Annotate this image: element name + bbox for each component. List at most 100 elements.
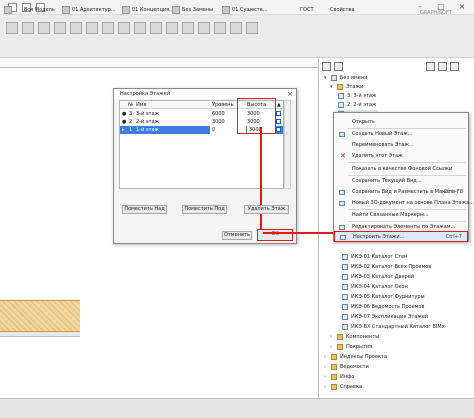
close-window-button[interactable]: × [456,2,468,12]
view-icon[interactable] [62,6,70,14]
status-item[interactable]: 01 Существ... [232,6,268,15]
list-item[interactable]: ИКЭ-06 Ведомость Проемов [342,303,424,311]
insert-below-button[interactable]: Поместить Под [182,205,227,214]
dialog-close-button[interactable]: × [287,89,293,99]
menu-item-label: Создать Новый Этаж... [352,131,413,137]
list-item[interactable]: ИКЭ-BX Стандартный Каталог BIMx [342,323,445,331]
schedule-icon [342,293,348,300]
list-item[interactable]: ИКЭ-04 Каталог Окон [342,283,408,291]
organizer-icon[interactable] [450,62,459,71]
dimension-tool-icon[interactable] [182,22,194,34]
schedule-icon [342,263,348,270]
show-checkbox[interactable] [276,127,281,132]
column-show: ▲ [277,102,281,108]
height-column-highlight [237,98,276,134]
door-tool-icon[interactable] [38,22,50,34]
tree-item-root[interactable]: ▾ Без имени [324,74,367,82]
list-item[interactable]: ИКЭ-01 Каталог Стен [342,253,407,261]
menu-item-label: Открыть [352,119,375,125]
undo-icon[interactable] [4,6,12,14]
menu-item-new-story[interactable]: Создать Новый Этаж... [334,129,468,140]
tree-folder[interactable]: › Индексы Проекта [324,353,387,361]
tree-folder[interactable]: › Ведомости [324,363,369,371]
text-tool-icon[interactable] [198,22,210,34]
tree-folder[interactable]: › Покрытия [330,343,372,351]
list-item[interactable]: ИКЭ-03 Каталог Дверей [342,273,414,281]
roof-tool-icon[interactable] [86,22,98,34]
camera-tool-icon[interactable] [246,22,258,34]
cancel-button[interactable]: Отменить [222,231,252,240]
view-map-icon[interactable] [334,62,343,71]
list-item[interactable]: ИКЭ-05 Каталог Фурнитуры [342,293,425,301]
new-story-icon [339,132,345,137]
fill-tool-icon[interactable] [230,22,242,34]
folder-icon [337,333,343,340]
wall-section-base [0,332,80,337]
delete-story-button[interactable]: Удалить Этаж [244,205,289,214]
object-tool-icon[interactable] [166,22,178,34]
callout-connector [263,232,333,234]
status-item[interactable]: Без Замены [182,6,213,15]
menu-item-open[interactable]: Открыть [334,117,468,128]
tree-folder[interactable]: › Инфо [324,373,354,381]
stair-tool-icon[interactable] [102,22,114,34]
menu-item-label: Новый 3D-документ на основе Плана Этажа.… [352,200,474,206]
tree-item-stories[interactable]: ▾ Этажи [330,83,363,91]
menu-item-save-and-place[interactable]: Сохранить Вид и Разместить в Макете Ctrl+… [334,187,468,198]
project-icon [331,74,337,81]
wall-tool-icon[interactable] [22,22,34,34]
row-name: 2-й этаж [136,119,160,125]
beam-tool-icon[interactable] [134,22,146,34]
menu-item-label: Настроить Этажи... [353,234,405,240]
project-map-icon[interactable] [322,62,331,71]
line-tool-icon[interactable] [214,22,226,34]
row-num: 3 [129,111,133,117]
window-tool-icon[interactable] [54,22,66,34]
tree-folder[interactable]: › Справка [324,383,362,391]
override-icon[interactable] [172,6,180,14]
renovation-icon[interactable] [222,6,230,14]
context-menu: Открыть Создать Новый Этаж... Переименов… [333,112,474,242]
menu-item-label: Сохранить Текущий Вид... [352,178,422,184]
select-tool-icon[interactable] [6,22,18,34]
show-checkbox[interactable] [276,111,281,116]
status-item[interactable]: 01 Концепция... [132,6,174,15]
story-settings-icon [340,235,346,240]
menu-item-delete-story[interactable]: ✕ Удалить этот Этаж [334,151,468,162]
layer-icon[interactable] [122,6,130,14]
table-scrollbar[interactable] [284,100,291,189]
menu-item-rename-story[interactable]: Переименовать Этаж... [334,140,468,151]
tree-item-story[interactable]: 2. 2-й этаж [338,101,376,109]
menu-item-story-settings[interactable]: Настроить Этажи... Ctrl+7 [334,231,468,242]
tree-folder[interactable]: › Компоненты [330,333,379,341]
menu-item-show-as-trace[interactable]: Показать в качестве Фоновой Ссылки [334,164,468,175]
schedule-icon [342,283,348,290]
status-item[interactable]: Вся Модель [24,6,55,15]
menu-item-find-markers[interactable]: Найти Связанные Маркеры... [334,210,468,221]
row-bullet: ▸ [122,127,125,133]
column-num: № [128,102,134,108]
zone-tool-icon[interactable] [150,22,162,34]
column-tool-icon[interactable] [118,22,130,34]
list-item[interactable]: ИКЭ-07 Экспликация Этажей [342,313,428,321]
ok-button[interactable]: OK [257,229,293,241]
menu-item-save-view[interactable]: Сохранить Текущий Вид... [334,176,468,187]
tree-item-story[interactable]: 3. 3-й этаж [338,92,376,100]
column-level: Уровень [212,102,234,108]
status-item[interactable]: ГОСТ [300,6,314,15]
row-bullet: ● [122,111,127,117]
slab-tool-icon[interactable] [70,22,82,34]
status-item[interactable]: 01 Архитектур... [72,6,116,15]
ruler [0,58,318,68]
layout-book-icon[interactable] [426,62,435,71]
row-num: 2 [129,119,133,125]
list-item[interactable]: ИКЭ-02 Каталог Всех Проемов [342,263,431,271]
story-settings-dialog: Настройка Этажей × № Имя Уровень Высота … [113,88,297,244]
publisher-icon[interactable] [438,62,447,71]
menu-item-new-3d-document[interactable]: Новый 3D-документ на основе Плана Этажа.… [334,198,474,209]
edit-elements-icon [339,225,345,230]
insert-above-button[interactable]: Поместить Над [122,205,167,214]
schedule-icon [342,253,348,260]
show-checkbox[interactable] [276,119,281,124]
properties-button[interactable]: Свойства [330,6,354,15]
